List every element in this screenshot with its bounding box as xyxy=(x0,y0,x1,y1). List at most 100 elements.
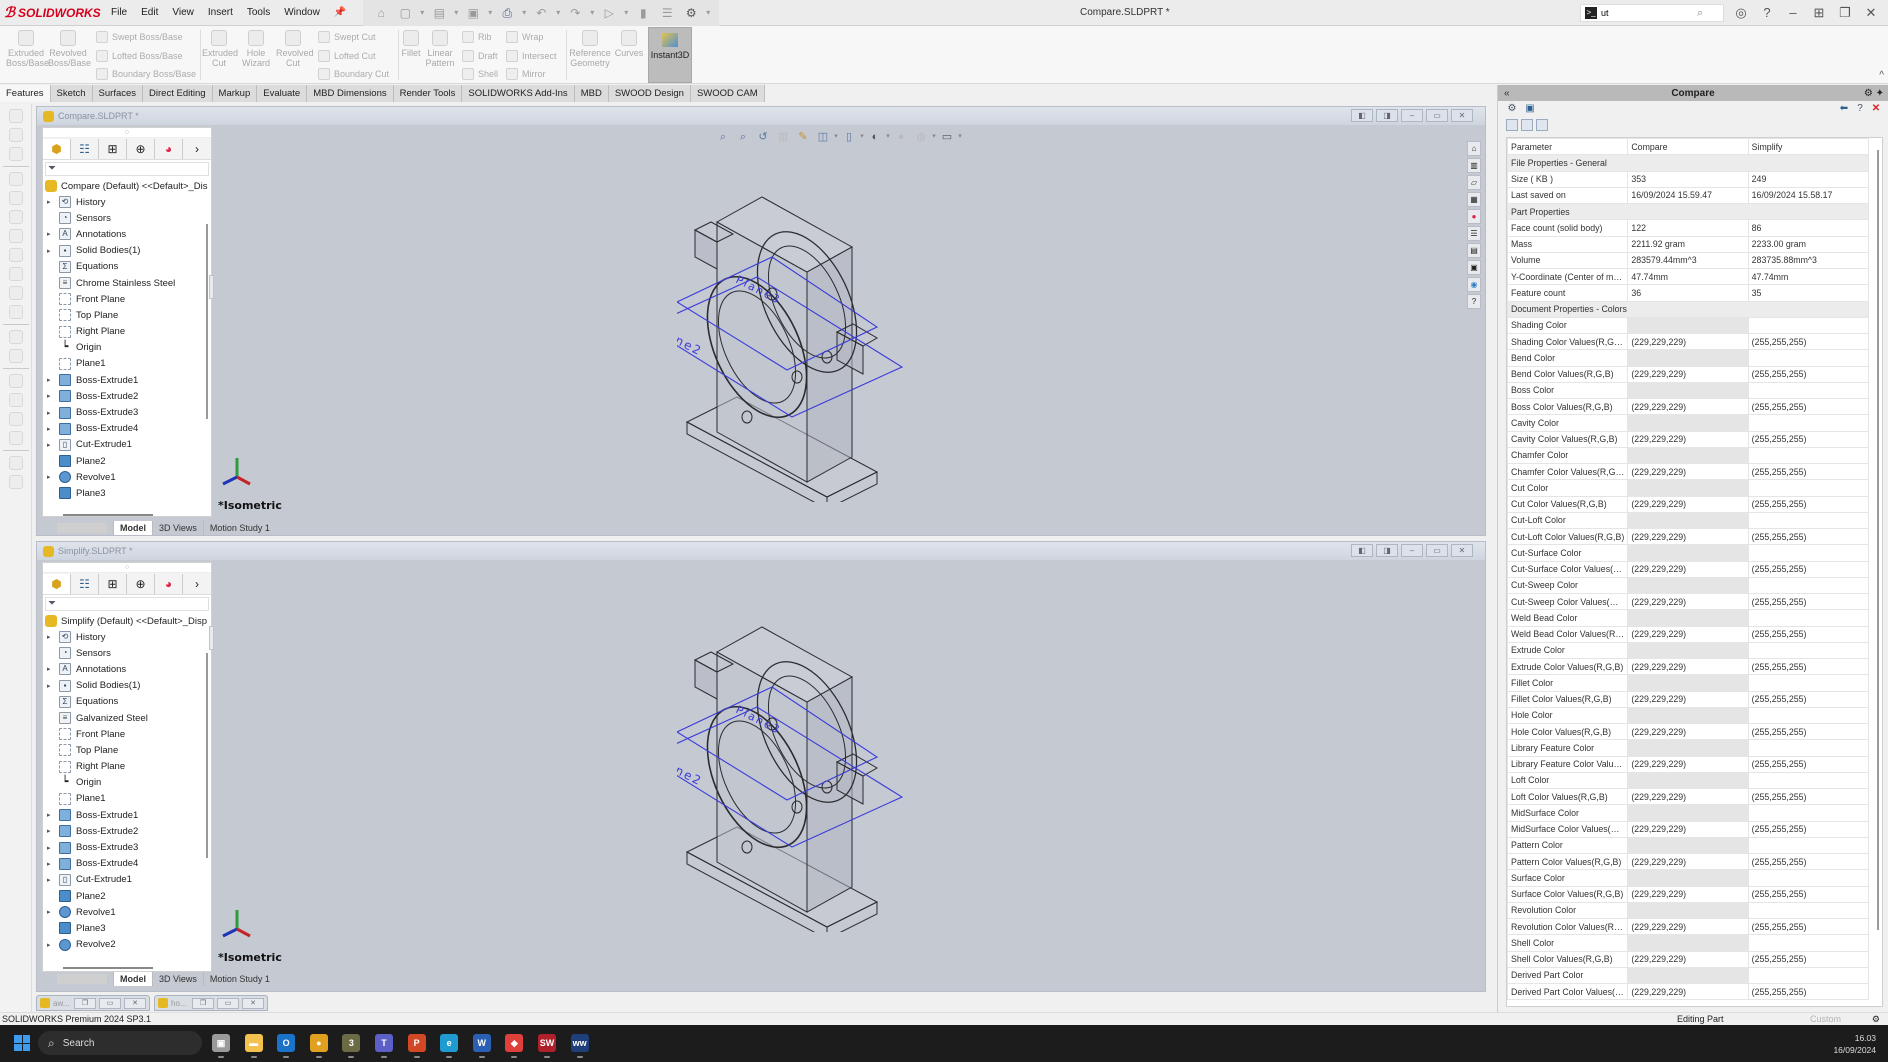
new-icon[interactable]: ▢ xyxy=(396,5,414,21)
app-ww-icon[interactable]: ww xyxy=(570,1034,589,1058)
minimized-document[interactable]: ho... ❐ ▭ ✕ xyxy=(154,995,268,1011)
tree-item[interactable]: Plane1 xyxy=(43,356,211,372)
dynamic-annotation-icon[interactable]: ✎ xyxy=(796,130,810,144)
toolbar-tool-icon[interactable] xyxy=(8,210,23,224)
menu-tools[interactable]: Tools xyxy=(240,7,277,18)
help-tasks-icon[interactable]: ? xyxy=(1467,294,1481,309)
panel-splitter[interactable] xyxy=(209,626,214,650)
tree-item[interactable]: ◔ Sensors xyxy=(43,645,211,661)
split-right-button[interactable]: ◨ xyxy=(1376,544,1398,557)
viewport-close-button[interactable]: ✕ xyxy=(1451,109,1473,122)
menu-view[interactable]: View xyxy=(165,7,201,18)
close-button[interactable]: ✕ xyxy=(1858,3,1884,23)
geometry-compare-icon[interactable] xyxy=(1536,119,1548,131)
instant3d-button[interactable]: Instant3D xyxy=(648,27,692,83)
collapse-ribbon-icon[interactable]: ^ xyxy=(1879,70,1884,81)
tree-item[interactable]: ▸ ⟲ History xyxy=(43,629,211,645)
design-library-icon[interactable]: ▥ xyxy=(1467,158,1481,173)
chrome-icon[interactable]: ● xyxy=(309,1034,328,1058)
collapse-panel-icon[interactable]: « xyxy=(1504,88,1510,99)
expand-arrow-icon[interactable]: ▸ xyxy=(47,230,59,238)
column-header[interactable]: Compare xyxy=(1627,138,1749,156)
menu-insert[interactable]: Insert xyxy=(201,7,240,18)
tree-item[interactable]: ▸ Boss-Extrude3 xyxy=(43,839,211,855)
start-button[interactable] xyxy=(14,1035,30,1051)
toolbar-tool-icon[interactable] xyxy=(8,128,23,142)
3d-model-view[interactable]: Plane2Plane3 xyxy=(677,612,1057,932)
save-icon[interactable]: ▣ xyxy=(464,5,482,21)
tree-item[interactable]: ▸ A Annotations xyxy=(43,226,211,242)
tree-item[interactable]: ≡ Galvanized Steel xyxy=(43,710,211,726)
panel-options-icon[interactable]: ⚙ ✦ xyxy=(1864,88,1884,99)
more-tabs-chevron-icon[interactable]: › xyxy=(183,139,211,159)
home-icon[interactable]: ⌂ xyxy=(372,5,390,21)
search-icon[interactable]: ⌕ xyxy=(1697,7,1703,20)
mirror-button[interactable]: Mirror xyxy=(506,68,546,80)
split-left-button[interactable]: ◧ xyxy=(1351,109,1373,122)
menu-file[interactable]: File xyxy=(104,7,134,18)
tree-item[interactable]: ▸ Boss-Extrude1 xyxy=(43,372,211,388)
expand-arrow-icon[interactable]: ▸ xyxy=(47,811,59,819)
revolved-boss-button[interactable]: Revolved Boss/Base xyxy=(48,30,91,68)
restore-button[interactable]: ❐ xyxy=(1832,3,1858,23)
user-account-icon[interactable]: ◎ xyxy=(1728,3,1754,23)
outlook-icon[interactable]: O xyxy=(277,1034,296,1058)
taskbar-search[interactable]: ⌕ Search xyxy=(38,1031,202,1055)
extruded-cut-button[interactable]: Extruded Cut xyxy=(202,30,238,68)
configurationmanager-tab-icon[interactable]: ⊞ xyxy=(99,138,127,159)
toolbar-tool-icon[interactable] xyxy=(8,229,23,243)
file-explorer-icon[interactable]: ▱ xyxy=(1467,175,1481,190)
anydesk-icon[interactable]: ◆ xyxy=(505,1034,524,1058)
apply-scene-icon[interactable]: ◍ xyxy=(914,130,928,144)
options-dropdown-icon[interactable]: ▾ xyxy=(705,5,711,21)
tab-mbd[interactable]: MBD xyxy=(574,85,609,102)
print-icon[interactable]: ⎙ xyxy=(498,5,516,21)
tab-3d-views[interactable]: 3D Views xyxy=(152,521,203,535)
featuremanager-tab-icon[interactable]: ⬢ xyxy=(43,138,71,159)
propertymanager-tab-icon[interactable]: ☷ xyxy=(71,138,99,159)
options-icon[interactable]: ⚙ xyxy=(682,5,700,21)
tree-hscrollbar[interactable] xyxy=(63,514,153,516)
restore-doc-button[interactable]: ❐ xyxy=(192,997,214,1009)
teams-icon[interactable]: T xyxy=(375,1034,393,1058)
toolbar-tool-icon[interactable] xyxy=(8,147,23,161)
search-input[interactable] xyxy=(1601,8,1697,18)
displaymanager-tab-icon[interactable]: ◕ xyxy=(155,573,183,594)
tree-item[interactable]: ▸ Boss-Extrude2 xyxy=(43,823,211,839)
toolbar-tool-icon[interactable] xyxy=(8,456,23,470)
file-explorer-icon[interactable]: ▬ xyxy=(244,1034,263,1058)
swept-boss-button[interactable]: Swept Boss/Base xyxy=(96,31,183,43)
extruded-boss-button[interactable]: Extruded Boss/Base xyxy=(6,30,49,68)
expand-arrow-icon[interactable]: ▸ xyxy=(47,392,59,400)
tree-item[interactable]: ▸ Boss-Extrude2 xyxy=(43,388,211,404)
toolbar-tool-icon[interactable] xyxy=(8,475,23,489)
toolbar-tool-icon[interactable] xyxy=(8,172,23,186)
solidworks-forum-icon[interactable]: ▤ xyxy=(1467,243,1481,258)
hole-wizard-button[interactable]: Hole Wizard xyxy=(239,30,273,68)
open-dropdown-icon[interactable]: ▾ xyxy=(453,5,459,21)
view-settings-dropdown-icon[interactable]: ▾ xyxy=(957,130,963,144)
tree-item[interactable]: Right Plane xyxy=(43,324,211,340)
task-view-icon[interactable]: ▣ xyxy=(212,1034,230,1058)
toolbar-tool-icon[interactable] xyxy=(8,431,23,445)
zoom-to-fit-icon[interactable]: ⌕ xyxy=(716,130,730,144)
tree-item[interactable]: ┕ Origin xyxy=(43,340,211,356)
expand-arrow-icon[interactable]: ▸ xyxy=(47,409,59,417)
tree-filter[interactable]: ⏷ xyxy=(45,597,209,611)
display-style-icon[interactable]: ▯ xyxy=(842,130,856,144)
feature-compare-icon[interactable] xyxy=(1521,119,1533,131)
tree-item[interactable]: Plane3 xyxy=(43,920,211,936)
tree-item[interactable]: ≡ Chrome Stainless Steel xyxy=(43,275,211,291)
boundary-cut-button[interactable]: Boundary Cut xyxy=(318,68,389,80)
expand-arrow-icon[interactable]: ▸ xyxy=(47,860,59,868)
tree-item[interactable]: Σ Equations xyxy=(43,694,211,710)
tree-item[interactable]: ▸ Revolve2 xyxy=(43,937,211,953)
tree-item[interactable]: ▸ Boss-Extrude4 xyxy=(43,856,211,872)
reference-geometry-button[interactable]: Reference Geometry xyxy=(568,30,612,68)
solidworks-resources-icon[interactable]: ⌂ xyxy=(1467,141,1481,156)
tab-swood-design[interactable]: SWOOD Design xyxy=(608,85,691,102)
document-compare-icon[interactable] xyxy=(1506,119,1518,131)
minimize-button[interactable]: – xyxy=(1780,3,1806,23)
tree-item[interactable]: ┕ Origin xyxy=(43,775,211,791)
tab-scroll-arrows[interactable] xyxy=(57,974,107,984)
